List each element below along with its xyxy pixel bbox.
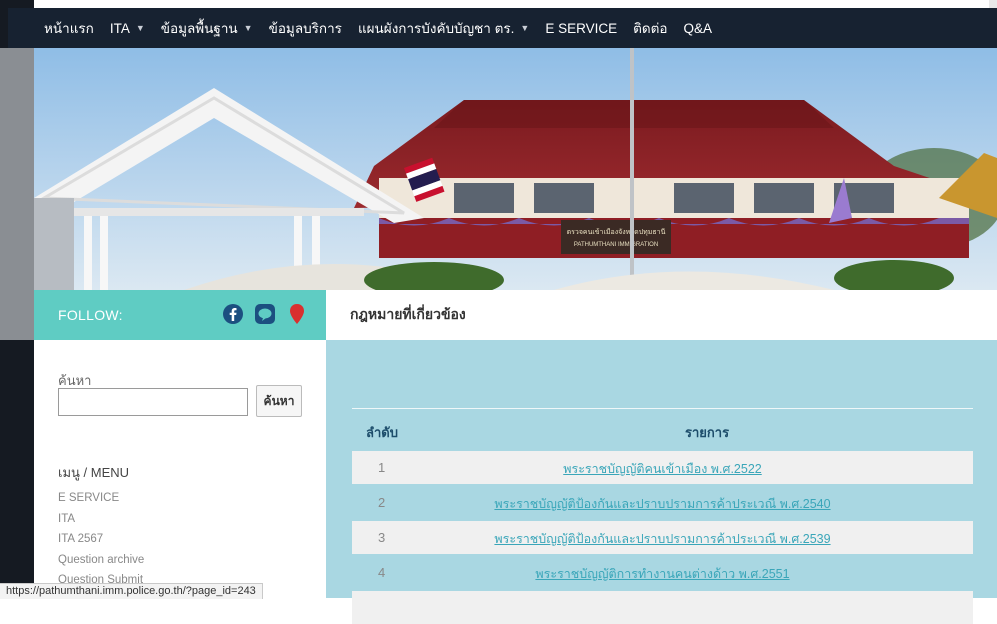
follow-label: FOLLOW:	[58, 307, 123, 323]
nav-item-service-info[interactable]: ข้อมูลบริการ	[261, 17, 350, 39]
menu-title: เมนู / MENU	[58, 465, 130, 480]
nav-item-contact[interactable]: ติดต่อ	[625, 17, 675, 39]
menu-item-ita[interactable]: ITA	[58, 509, 144, 530]
nav-item-ita[interactable]: ITA ▼	[102, 21, 153, 36]
chevron-down-icon: ▼	[520, 23, 530, 33]
menu-item-question-archive[interactable]: Question archive	[58, 550, 144, 571]
building-sign-english: PATHUMTHANI IMMIGRATION	[574, 242, 658, 248]
follow-bar: FOLLOW:	[34, 290, 326, 340]
law-link[interactable]: พระราชบัญญัติคนเข้าเมือง พ.ศ.2522	[352, 459, 973, 479]
search-button[interactable]: ค้นหา	[256, 385, 302, 417]
table-row: 3 พระราชบัญญัติป้องกันและปราบปรามการค้าป…	[352, 521, 973, 554]
law-link[interactable]: พระราชบัญญัติป้องกันและปราบปรามการค้าประ…	[352, 529, 973, 549]
status-bar-url: https://pathumthani.imm.police.go.th/?pa…	[0, 583, 263, 599]
left-frame-grey	[0, 48, 34, 340]
sidebar-menu: E SERVICE ITA ITA 2567 Question archive …	[58, 488, 144, 591]
nav-item-e-service[interactable]: E SERVICE	[537, 21, 625, 36]
table-row: 2 พระราชบัญญัติป้องกันและปราบปรามการค้าป…	[352, 486, 973, 519]
line-icon[interactable]	[254, 303, 276, 325]
building-sign-thai: ตรวจคนเข้าเมืองจังหวัดปทุมธานี	[567, 228, 666, 236]
law-link[interactable]: พระราชบัญญัติการทำงานคนต่างด้าว พ.ศ.2551	[352, 564, 973, 584]
table-row: 1 พระราชบัญญัติคนเข้าเมือง พ.ศ.2522	[352, 451, 973, 484]
table-row: 4 พระราชบัญญัติการทำงานคนต่างด้าว พ.ศ.25…	[352, 556, 973, 589]
menu-item-ita-2567[interactable]: ITA 2567	[58, 529, 144, 550]
table-row	[352, 591, 973, 624]
facebook-icon[interactable]	[222, 303, 244, 325]
chevron-down-icon: ▼	[135, 23, 145, 33]
nav-item-home[interactable]: หน้าแรก	[36, 17, 102, 39]
header-banner-image: ตรวจคนเข้าเมืองจังหวัดปทุมธานี PATHUMTHA…	[34, 48, 997, 290]
main-content: ลำดับ รายการ 1 พระราชบัญญัติคนเข้าเมือง …	[326, 340, 997, 624]
column-header-item: รายการ	[685, 425, 730, 440]
location-pin-icon[interactable]	[286, 303, 308, 325]
law-link[interactable]: พระราชบัญญัติป้องกันและปราบปรามการค้าประ…	[352, 494, 973, 514]
nav-item-org-chart[interactable]: แผนผังการบังคับบัญชา ตร. ▼	[350, 17, 537, 39]
top-navbar: หน้าแรก ITA ▼ ข้อมูลพื้นฐาน ▼ ข้อมูลบริการ…	[8, 8, 997, 48]
search-input[interactable]	[58, 388, 248, 416]
immigration-building-photo: ตรวจคนเข้าเมืองจังหวัดปทุมธานี PATHUMTHA…	[34, 48, 997, 290]
nav-item-qa[interactable]: Q&A	[676, 21, 721, 36]
column-header-index: ลำดับ	[366, 425, 398, 440]
chevron-down-icon: ▼	[243, 23, 253, 33]
nav-item-basic-info[interactable]: ข้อมูลพื้นฐาน ▼	[153, 17, 261, 39]
menu-item-e-service[interactable]: E SERVICE	[58, 488, 144, 509]
page-title-bar: กฎหมายที่เกี่ยวข้อง	[326, 290, 997, 340]
page-title: กฎหมายที่เกี่ยวข้อง	[350, 306, 466, 322]
sidebar: ค้นหา ค้นหา เมนู / MENU E SERVICE ITA IT…	[34, 340, 326, 598]
table-top-rule	[352, 408, 973, 409]
